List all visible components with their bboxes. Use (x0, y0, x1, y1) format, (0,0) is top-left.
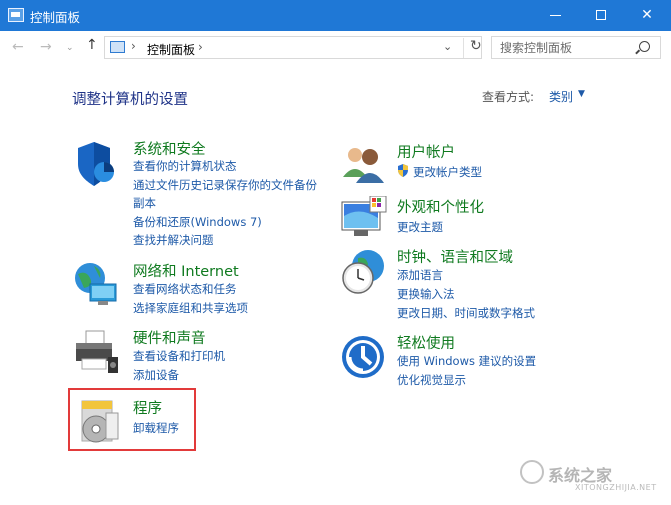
category-link[interactable]: 查看设备和打印机 (133, 348, 225, 364)
category-title[interactable]: 硬件和声音 (133, 327, 206, 348)
up-arrow-icon[interactable]: ↑ (86, 37, 98, 53)
category-link[interactable]: 查看你的计算机状态 (133, 158, 237, 174)
search-box[interactable] (491, 36, 661, 59)
category-link[interactable]: 选择家庭组和共享选项 (133, 300, 248, 316)
category-title[interactable]: 用户帐户 (397, 141, 455, 162)
category-link[interactable]: 查看网络状态和任务 (133, 281, 237, 297)
monitor-palette-icon (341, 196, 387, 236)
address-row: ← → ⌄ ↑ › 控制面板 › ⌄ ↻ (0, 31, 671, 63)
category-link[interactable]: 副本 (133, 195, 156, 211)
refresh-icon[interactable]: ↻ (463, 38, 482, 58)
category-link[interactable]: 通过文件历史记录保存你的文件备份 (133, 177, 317, 193)
breadcrumb-control-panel[interactable]: 控制面板 (147, 41, 195, 58)
minimize-button[interactable] (532, 0, 578, 31)
category-title[interactable]: 时钟、语言和区域 (397, 246, 513, 267)
category-link[interactable]: 更改主题 (397, 219, 443, 235)
breadcrumb-separator-end[interactable]: › (198, 40, 203, 54)
users-icon (343, 148, 384, 183)
watermark-subtext: XITONGZHIJIA.NET (575, 483, 657, 492)
back-arrow-icon[interactable]: ← (12, 39, 24, 55)
category-link[interactable]: 添加语言 (397, 267, 443, 283)
ease-of-access-icon (342, 336, 384, 378)
address-dropdown-chevron-icon[interactable]: ⌄ (443, 40, 452, 53)
view-by-label: 查看方式: (482, 90, 535, 104)
search-input[interactable] (492, 37, 632, 58)
view-by-dropdown[interactable]: 类别 (549, 88, 573, 105)
network-globe-icon (75, 263, 117, 305)
view-by-chevron-icon[interactable]: ▼ (578, 89, 585, 99)
uac-shield-icon (398, 164, 408, 177)
recent-locations-chevron-icon[interactable]: ⌄ (66, 43, 74, 53)
category-link[interactable]: 添加设备 (133, 367, 179, 383)
search-icon[interactable] (639, 41, 650, 52)
window-title: 控制面板 (30, 10, 81, 25)
control-panel-location-icon (110, 41, 125, 53)
category-link[interactable]: 更改日期、时间或数字格式 (397, 305, 535, 321)
category-title[interactable]: 轻松使用 (397, 332, 455, 353)
forward-arrow-icon[interactable]: → (40, 39, 52, 55)
maximize-button[interactable] (578, 0, 624, 31)
close-button[interactable]: ✕ (624, 0, 670, 31)
category-link[interactable]: 更换输入法 (397, 286, 455, 302)
printer-icon (76, 330, 118, 373)
breadcrumb-separator[interactable]: › (131, 39, 136, 53)
minimize-icon (549, 14, 561, 16)
category-title[interactable]: 网络和 Internet (133, 260, 239, 281)
control-panel-icon (8, 8, 24, 22)
maximize-icon (596, 10, 606, 20)
category-link[interactable]: 使用 Windows 建议的设置 (397, 353, 536, 369)
category-link[interactable]: 备份和还原(Windows 7) (133, 214, 262, 230)
category-link[interactable]: 更改帐户类型 (413, 164, 482, 180)
category-link[interactable]: 优化视觉显示 (397, 372, 466, 388)
watermark-logo-icon (520, 460, 544, 484)
title-bar: 控制面板 ✕ (0, 0, 671, 31)
category-title[interactable]: 外观和个性化 (397, 196, 484, 217)
category-link[interactable]: 查找并解决问题 (133, 232, 214, 248)
shield-icon (78, 142, 114, 186)
programs-highlight-box (68, 388, 196, 451)
category-title[interactable]: 系统和安全 (133, 138, 206, 159)
address-bar[interactable]: › 控制面板 › ⌄ ↻ (104, 36, 482, 59)
page-heading: 调整计算机的设置 (72, 92, 188, 108)
clock-globe-icon (342, 250, 384, 294)
